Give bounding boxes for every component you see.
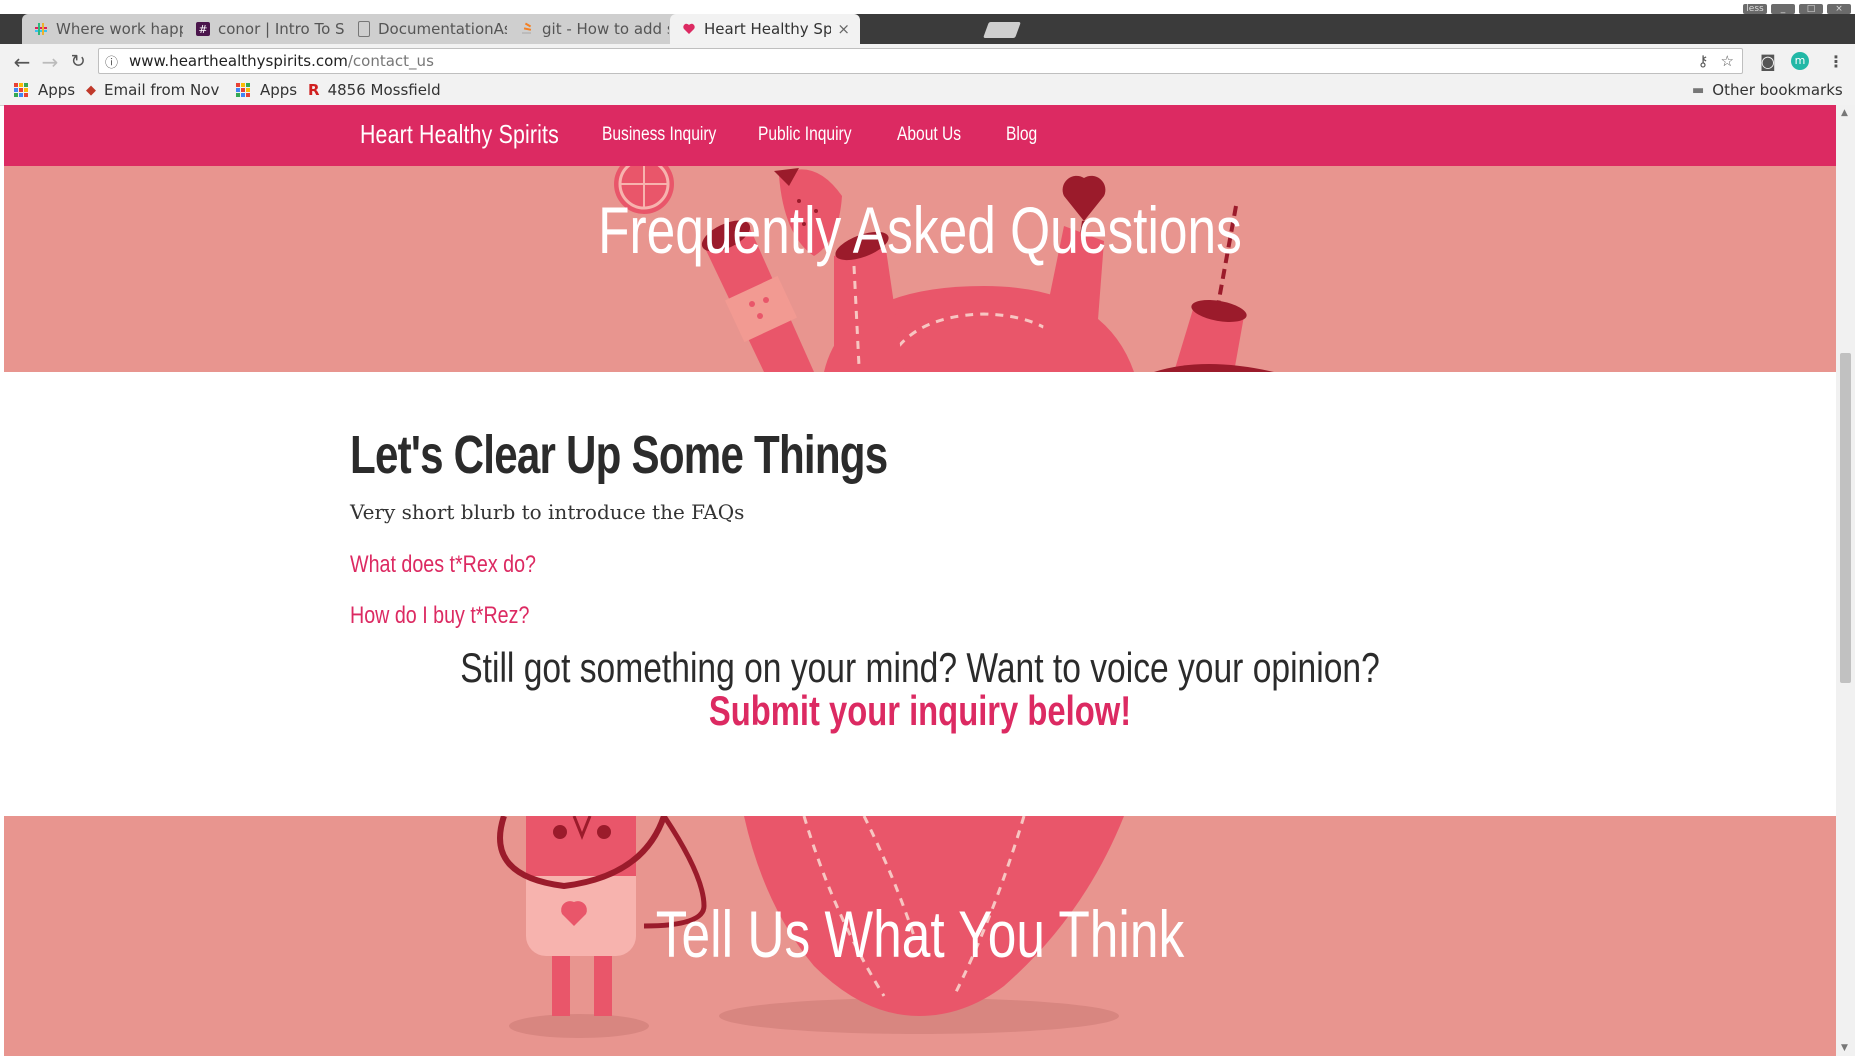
- feedback-title: Tell Us What You Think: [655, 897, 1185, 971]
- other-bookmarks-label: Other bookmarks: [1712, 81, 1843, 99]
- nav-business-inquiry[interactable]: Business Inquiry: [602, 124, 716, 146]
- page-title: Frequently Asked Questions: [598, 193, 1242, 267]
- bookmark-apps[interactable]: Apps: [14, 81, 75, 99]
- faq-hero-banner: Frequently Asked Questions: [4, 166, 1836, 372]
- minimize-button[interactable]: _: [1771, 4, 1795, 14]
- key-icon[interactable]: ⚷: [1698, 52, 1709, 70]
- window-less-button[interactable]: less: [1743, 4, 1767, 14]
- other-bookmarks[interactable]: ▬ Other bookmarks: [1692, 81, 1843, 99]
- window-controls: less _ □ ×: [1743, 4, 1851, 14]
- page-scrollbar[interactable]: ▲ ▼: [1836, 105, 1855, 1056]
- bookmark-label: 4856 Mossfield: [327, 81, 441, 99]
- heart-site-icon: [682, 22, 696, 36]
- url-host: www.hearthealthyspirits.com: [129, 52, 348, 70]
- apps-grid-icon: [236, 83, 250, 97]
- menu-kebab-icon[interactable]: ⋮: [1828, 52, 1844, 71]
- apps-grid-icon: [14, 83, 28, 97]
- site-brand-link[interactable]: Heart Healthy Spirits: [360, 119, 559, 150]
- faq-heading: Let's Clear Up Some Things: [350, 425, 888, 485]
- close-tab-icon[interactable]: ×: [837, 20, 850, 38]
- document-icon: [358, 21, 370, 37]
- slack-icon: [34, 22, 48, 36]
- faq-question-link[interactable]: What does t*Rex do?: [350, 551, 536, 579]
- faq-question-link[interactable]: How do I buy t*Rez?: [350, 602, 529, 630]
- url-path: /contact_us: [347, 52, 434, 70]
- tab-title: git - How to add sc: [542, 20, 670, 38]
- faq-section: Let's Clear Up Some Things Very short bl…: [4, 372, 1836, 816]
- bookmark-star-icon[interactable]: ☆: [1721, 52, 1734, 70]
- r-logo-icon: R: [308, 81, 320, 99]
- nav-blog[interactable]: Blog: [1006, 124, 1037, 146]
- maximize-button[interactable]: □: [1799, 4, 1823, 14]
- tab-title: conor | Intro To Sof: [218, 20, 346, 38]
- feedback-banner: Tell Us What You Think: [4, 816, 1836, 1056]
- pocket-icon[interactable]: ◙: [1760, 52, 1776, 71]
- forward-arrow-icon[interactable]: →: [38, 50, 62, 74]
- browser-tab-strip: less _ □ × Where work happe × # conor | …: [0, 0, 1855, 44]
- info-icon[interactable]: ⓘ: [105, 52, 123, 71]
- window-close-button[interactable]: ×: [1827, 4, 1851, 14]
- back-arrow-icon[interactable]: ←: [10, 50, 34, 74]
- address-bar[interactable]: ⓘ www.hearthealthyspirits.com/contact_us…: [98, 48, 1743, 74]
- reload-icon[interactable]: ↻: [66, 50, 90, 74]
- bookmark-apps-2[interactable]: Apps: [236, 81, 297, 99]
- browser-toolbar: ← → ↻ ⓘ www.hearthealthyspirits.com/cont…: [0, 44, 1855, 79]
- bookmark-mossfield[interactable]: R 4856 Mossfield: [308, 81, 441, 99]
- nav-public-inquiry[interactable]: Public Inquiry: [758, 124, 852, 146]
- bookmark-label: Email from Nov: [104, 81, 220, 99]
- faq-blurb: Very short blurb to introduce the FAQs: [350, 500, 745, 524]
- bookmark-label: Apps: [260, 81, 298, 99]
- browser-tab-active[interactable]: Heart Healthy Spiri ×: [670, 14, 860, 44]
- scroll-down-icon[interactable]: ▼: [1841, 1043, 1848, 1053]
- bookmark-label: Apps: [38, 81, 76, 99]
- page-viewport: Heart Healthy Spirits Business Inquiry P…: [4, 105, 1836, 1056]
- title-bar: [0, 0, 1855, 14]
- tab-title: Heart Healthy Spiri: [704, 20, 832, 38]
- tab-title: DocumentationAss: [378, 20, 508, 38]
- cta-submit-link[interactable]: Submit your inquiry below!: [206, 687, 1635, 735]
- tab-title: Where work happe: [56, 20, 184, 38]
- scrollbar-thumb[interactable]: [1840, 353, 1851, 683]
- nav-about-us[interactable]: About Us: [897, 124, 961, 146]
- hash-icon: #: [196, 22, 210, 36]
- email-icon: ◆: [86, 82, 96, 98]
- bookmark-email[interactable]: ◆ Email from Nov: [86, 81, 219, 99]
- extension-icon[interactable]: m: [1791, 52, 1809, 70]
- scroll-up-icon[interactable]: ▲: [1841, 108, 1848, 118]
- stackoverflow-icon: [520, 22, 534, 36]
- folder-icon: ▬: [1692, 82, 1705, 98]
- site-navbar: Heart Healthy Spirits Business Inquiry P…: [4, 105, 1836, 166]
- cta-prompt: Still got something on your mind? Want t…: [460, 644, 1380, 691]
- new-tab-button[interactable]: [983, 22, 1021, 38]
- bookmarks-bar: Apps ◆ Email from Nov Apps R 4856 Mossfi…: [0, 79, 1855, 106]
